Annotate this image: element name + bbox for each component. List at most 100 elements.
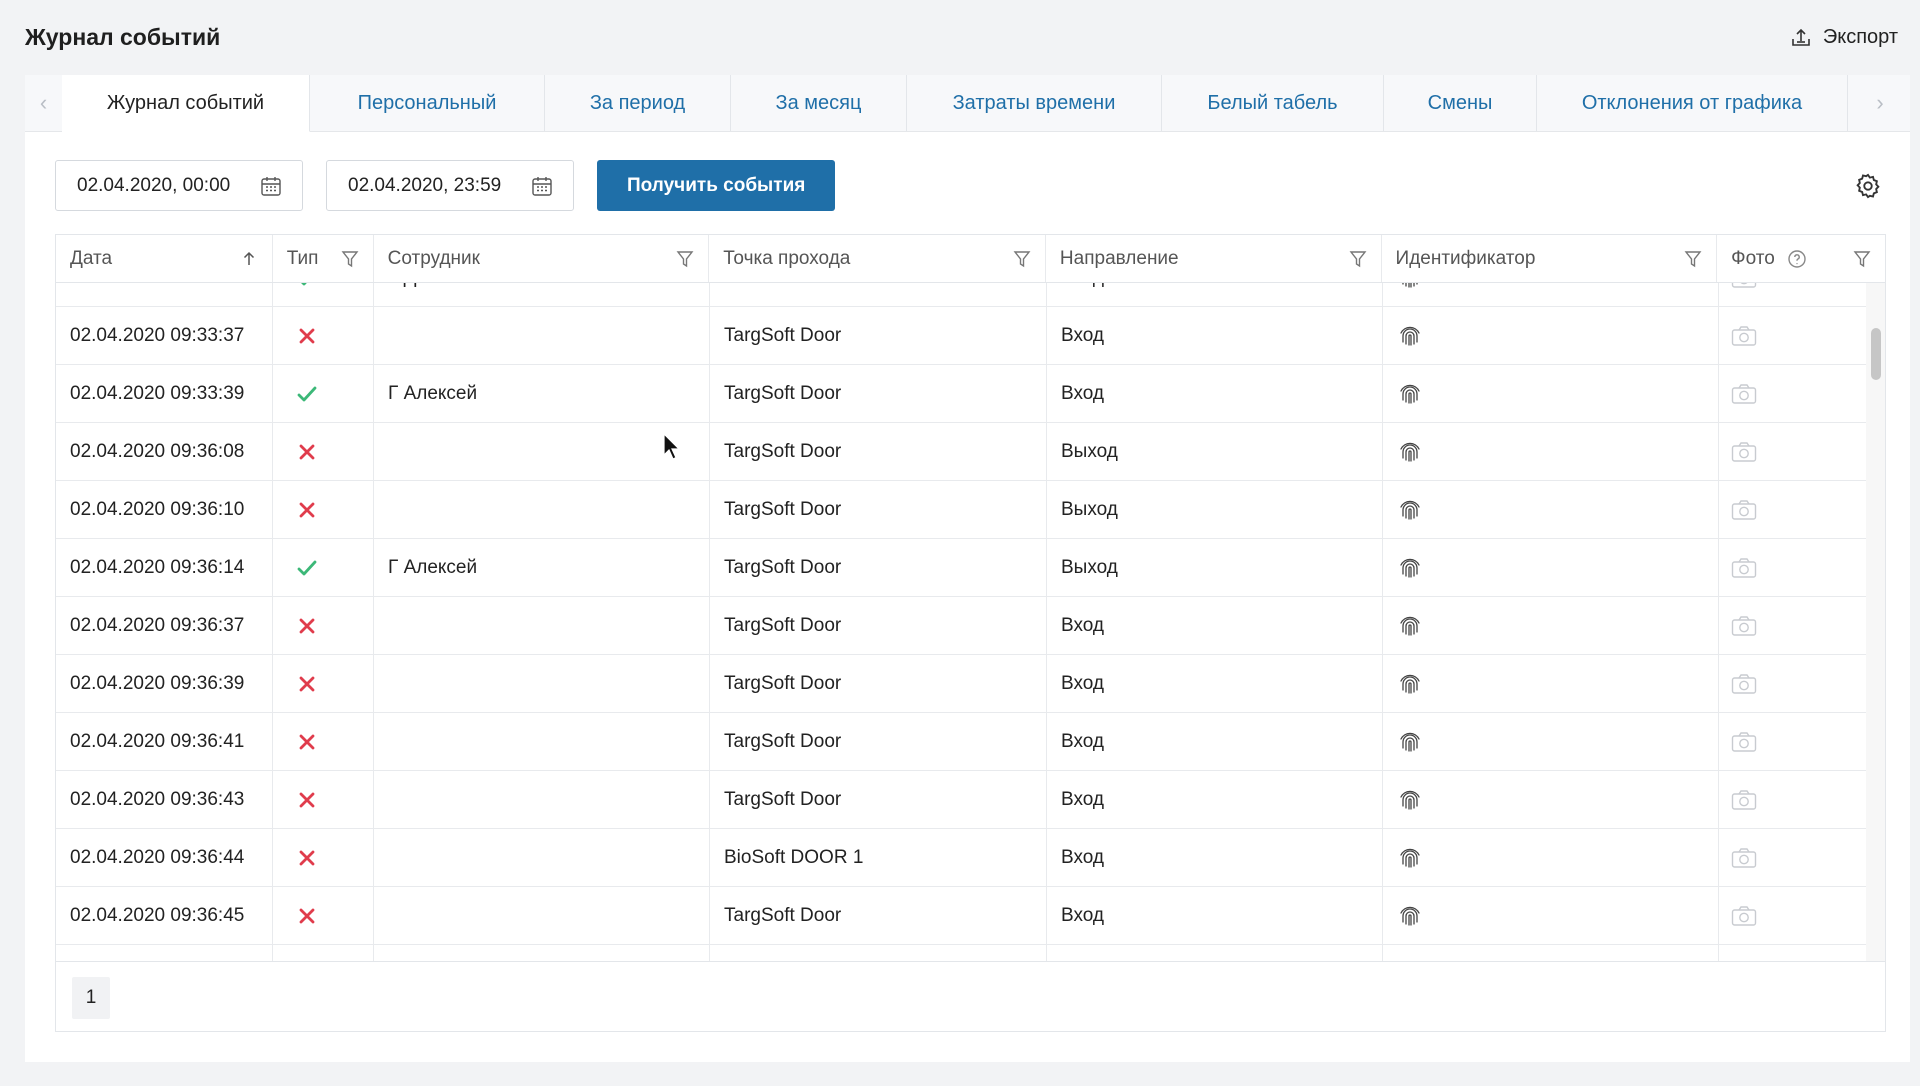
page-button[interactable]: 1 — [72, 976, 110, 1019]
table-row[interactable]: 02.04.2020 09:36:08 TargSoft Door Выход — [56, 423, 1868, 481]
cross-icon — [299, 676, 315, 691]
camera-icon[interactable] — [1731, 731, 1757, 753]
arrow-up-icon[interactable] — [240, 250, 258, 268]
cross-icon — [299, 444, 315, 459]
scrollbar-thumb[interactable] — [1871, 328, 1881, 380]
cell-employee — [374, 481, 710, 538]
table-row[interactable]: 02.04.2020 09:36:46 Г АлексейBioSoft DOOR… — [56, 945, 1868, 961]
cell-identifier — [1383, 887, 1719, 944]
cell-direction: Вход — [1047, 655, 1383, 712]
tab-time-spent[interactable]: Затраты времени — [907, 75, 1162, 131]
event-log-panel: 02.04.2020, 00:00 02.04.2020, 23:59 Полу… — [25, 132, 1910, 1062]
camera-icon[interactable] — [1731, 283, 1757, 289]
date-to-input[interactable]: 02.04.2020, 23:59 — [326, 160, 574, 211]
filter-icon[interactable] — [1013, 250, 1031, 268]
cell-photo — [1719, 283, 1868, 306]
filter-icon[interactable] — [1853, 250, 1871, 268]
cell-photo — [1719, 887, 1868, 944]
tab-personal[interactable]: Персональный — [310, 75, 545, 131]
tabs-scroll-left[interactable]: ‹ — [25, 75, 62, 131]
cell-identifier — [1383, 655, 1719, 712]
camera-icon[interactable] — [1731, 383, 1757, 405]
cell-access-point: TargSoft Door — [710, 365, 1047, 422]
cell-employee — [374, 771, 710, 828]
gear-icon[interactable] — [1854, 172, 1882, 200]
column-header-employee[interactable]: Сотрудник — [374, 235, 710, 282]
tab-period[interactable]: За период — [545, 75, 731, 131]
fingerprint-icon — [1400, 906, 1420, 926]
filter-icon[interactable] — [1349, 250, 1367, 268]
fingerprint-icon — [1400, 732, 1420, 752]
cross-icon — [299, 908, 315, 923]
cell-photo — [1719, 771, 1868, 828]
question-circle-icon[interactable] — [1787, 249, 1807, 269]
export-label: Экспорт — [1822, 26, 1898, 48]
cell-type — [273, 771, 374, 828]
table-row[interactable]: 02.04.2020 09:36:45 TargSoft Door Вход — [56, 887, 1868, 945]
cell-employee — [374, 655, 710, 712]
export-button[interactable]: Экспорт — [1789, 26, 1898, 50]
table-scrollbar[interactable] — [1866, 283, 1885, 961]
table-row[interactable]: 02.04.2020 09:36:43 TargSoft Door Вход — [56, 771, 1868, 829]
tab-event-log[interactable]: Журнал событий — [62, 75, 310, 132]
camera-icon[interactable] — [1731, 789, 1757, 811]
calendar-icon[interactable] — [260, 175, 282, 197]
cell-photo — [1719, 655, 1868, 712]
column-header-photo[interactable]: Фото — [1717, 235, 1885, 282]
camera-icon[interactable] — [1731, 615, 1757, 637]
column-header-access-point[interactable]: Точка прохода — [709, 235, 1046, 282]
cell-employee: Г Алексей — [374, 539, 710, 596]
cell-date: 02.04.2020 09:33:19 — [56, 283, 273, 306]
table-row[interactable]: 02.04.2020 09:33:39 Г Алексей TargSoft Doo… — [56, 365, 1868, 423]
camera-icon[interactable] — [1731, 905, 1757, 927]
cell-date: 02.04.2020 09:36:46 — [56, 945, 273, 961]
camera-icon[interactable] — [1731, 847, 1757, 869]
camera-icon[interactable] — [1731, 499, 1757, 521]
chevron-left-icon: ‹ — [39, 90, 48, 115]
filter-icon[interactable] — [341, 250, 359, 268]
column-header-direction[interactable]: Направление — [1046, 235, 1382, 282]
cell-direction: Выход — [1047, 539, 1383, 596]
fingerprint-icon — [1400, 616, 1420, 636]
filter-icon[interactable] — [676, 250, 694, 268]
cell-date: 02.04.2020 09:36:41 — [56, 713, 273, 770]
camera-icon[interactable] — [1731, 673, 1757, 695]
cell-date: 02.04.2020 09:33:39 — [56, 365, 273, 422]
column-header-identifier[interactable]: Идентификатор — [1382, 235, 1718, 282]
cross-icon — [299, 734, 315, 749]
tab-schedule-deviations[interactable]: Отклонения от графика — [1537, 75, 1848, 131]
camera-icon[interactable] — [1731, 557, 1757, 579]
cell-type — [273, 887, 374, 944]
filter-icon[interactable] — [1684, 250, 1702, 268]
camera-icon[interactable] — [1731, 325, 1757, 347]
date-from-input[interactable]: 02.04.2020, 00:00 — [55, 160, 303, 211]
table-row[interactable]: 02.04.2020 09:36:41 TargSoft Door Вход — [56, 713, 1868, 771]
cell-direction: Вход — [1047, 945, 1383, 961]
table-row[interactable]: 02.04.2020 09:36:14 Г Алексей TargSoft Doo… — [56, 539, 1868, 597]
cell-photo — [1719, 423, 1868, 480]
cell-date: 02.04.2020 09:36:44 — [56, 829, 273, 886]
cell-type — [273, 597, 374, 654]
cell-access-point: TargSoft Door — [710, 307, 1047, 364]
cell-identifier — [1383, 713, 1719, 770]
tab-month[interactable]: За месяц — [731, 75, 907, 131]
table-row[interactable]: 02.04.2020 09:36:44 BioSoft DOOR 1 Вход — [56, 829, 1868, 887]
tab-white-timesheet[interactable]: Белый табель — [1162, 75, 1384, 131]
column-header-date[interactable]: Дата — [56, 235, 273, 282]
get-events-button[interactable]: Получить события — [597, 160, 836, 211]
table-row[interactable]: 02.04.2020 09:33:37 TargSoft Door Вход — [56, 307, 1868, 365]
table-row[interactable]: 02.04.2020 09:36:39 TargSoft Door Вход — [56, 655, 1868, 713]
mouse-cursor-icon — [663, 433, 681, 460]
table-row[interactable]: 02.04.2020 09:36:10 TargSoft Door Выход — [56, 481, 1868, 539]
camera-icon[interactable] — [1731, 441, 1757, 463]
table-row[interactable]: 02.04.2020 09:33:19 Г ДенисBioSoft DOOR 1… — [56, 283, 1868, 307]
tabs-scroll-right[interactable]: › — [1850, 75, 1910, 131]
cell-type — [273, 283, 374, 306]
table-row[interactable]: 02.04.2020 09:36:37 TargSoft Door Вход — [56, 597, 1868, 655]
column-header-type[interactable]: Тип — [273, 235, 374, 282]
check-icon — [297, 560, 317, 575]
filter-toolbar: 02.04.2020, 00:00 02.04.2020, 23:59 Полу… — [55, 160, 836, 211]
cell-identifier — [1383, 771, 1719, 828]
tab-shifts[interactable]: Смены — [1384, 75, 1537, 131]
calendar-icon[interactable] — [531, 175, 553, 197]
